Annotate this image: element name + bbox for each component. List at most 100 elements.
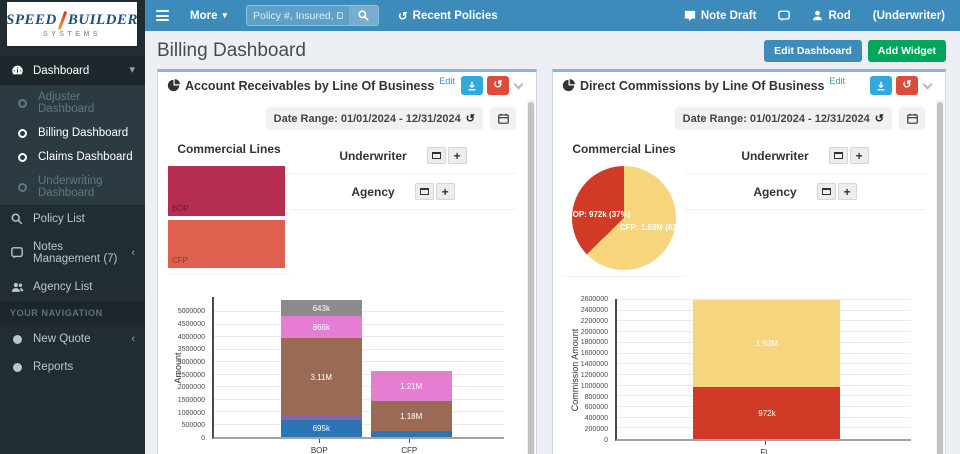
sidebar-item-adjuster-dashboard[interactable]: Adjuster Dashboard xyxy=(0,85,145,121)
collapse-chevron-icon[interactable] xyxy=(513,79,524,89)
widget-header: Direct Commissions by Line Of Business E… xyxy=(553,72,945,99)
x-category-label: BOP xyxy=(310,446,328,454)
calendar-button[interactable] xyxy=(490,107,516,130)
select-underwriter-button[interactable] xyxy=(426,147,446,164)
bar-segment-CFP[interactable]: 1.63M xyxy=(693,299,841,388)
calendar-icon xyxy=(497,113,509,124)
export-button[interactable] xyxy=(461,76,483,95)
edit-dashboard-button[interactable]: Edit Dashboard xyxy=(764,40,862,62)
scrollbar-thumb[interactable] xyxy=(528,102,534,454)
note-icon xyxy=(10,247,24,259)
treemap-box-bop[interactable]: BOP xyxy=(168,166,285,216)
navbar-right: Note Draft Rod (Underwriter) xyxy=(673,0,960,31)
group-label: Commercial Lines xyxy=(572,142,676,156)
x-category-label: CFP xyxy=(401,446,418,454)
collapse-chevron-icon[interactable] xyxy=(922,79,933,89)
calendar-icon xyxy=(906,113,918,124)
y-tick-label: 1800000 xyxy=(580,339,608,347)
bar-segment-segment-5[interactable]: 643k xyxy=(280,300,362,317)
filter-label: Underwriter xyxy=(741,148,809,163)
sidebar-item-agency-list[interactable]: Agency List xyxy=(0,273,145,301)
y-tick-label: 4500000 xyxy=(177,320,205,328)
window-icon xyxy=(431,152,441,159)
note-draft-link[interactable]: Note Draft xyxy=(673,0,768,31)
refresh-button[interactable]: ↺ xyxy=(896,76,918,95)
reset-date-icon[interactable]: ↺ xyxy=(875,112,884,125)
add-underwriter-button[interactable]: + xyxy=(849,147,869,164)
sidebar-item-reports[interactable]: Reports xyxy=(0,353,145,381)
sidebar-item-policy-list[interactable]: Policy List xyxy=(0,205,145,233)
bar-segment-segment-3[interactable]: 3.11M xyxy=(280,338,362,416)
sidebar-item-label: Billing Dashboard xyxy=(38,127,129,139)
sidebar-item-underwriting-dashboard[interactable]: Underwriting Dashboard xyxy=(0,169,145,205)
sidebar-item-label: Dashboard xyxy=(33,64,90,77)
widget-title: Direct Commissions by Line Of Business xyxy=(580,78,825,93)
sidebar-item-new-quote[interactable]: New Quote ‹ xyxy=(0,325,145,353)
bar-segment-segment-2[interactable] xyxy=(280,415,362,420)
user-menu[interactable]: Rod xyxy=(801,0,861,31)
comment-button[interactable] xyxy=(767,0,801,31)
bar-segment-segment-3[interactable]: 1.18M xyxy=(370,401,452,431)
search-button[interactable] xyxy=(349,6,379,25)
widget-body: Date Range: 01/01/2024 - 12/31/2024 ↺ Co… xyxy=(553,99,945,454)
filter-label: Underwriter xyxy=(339,148,407,163)
sidebar-item-label: Underwriting Dashboard xyxy=(38,175,103,199)
top-navbar: More ▾ ↺ Recent Policies Note Draft Rod xyxy=(145,0,960,31)
add-agency-button[interactable]: + xyxy=(837,183,857,200)
note-draft-icon xyxy=(684,10,695,21)
note-draft-label: Note Draft xyxy=(700,9,757,22)
recent-policies-link[interactable]: ↺ Recent Policies xyxy=(387,0,509,31)
widget-edit-link[interactable]: Edit xyxy=(830,76,846,86)
pie-chart-icon xyxy=(562,79,575,92)
sidebar: Dashboard ▾ Adjuster Dashboard Billing D… xyxy=(0,0,145,454)
reset-date-icon[interactable]: ↺ xyxy=(466,112,475,125)
add-underwriter-button[interactable]: + xyxy=(447,147,467,164)
sidebar-item-claims-dashboard[interactable]: Claims Dashboard xyxy=(0,145,145,169)
sidebar-item-label: Reports xyxy=(33,361,74,373)
select-agency-button[interactable] xyxy=(414,183,434,200)
select-agency-button[interactable] xyxy=(816,183,836,200)
widget-scrollbar[interactable] xyxy=(936,100,944,454)
treemap-box-cfp[interactable]: CFP xyxy=(168,220,285,268)
search-input[interactable] xyxy=(247,6,350,25)
bar-segment-BOP[interactable]: 972k xyxy=(693,387,841,439)
export-button[interactable] xyxy=(870,76,892,95)
bar-segment-segment-4[interactable]: 866k xyxy=(280,316,362,339)
sidebar-item-dashboard[interactable]: Dashboard ▾ xyxy=(0,56,145,85)
pie-graphic[interactable]: BOP: 972k (37%) CFP: 1.63M (62%) xyxy=(567,166,687,270)
logo-pencil-icon xyxy=(57,10,68,30)
date-range-control[interactable]: Date Range: 01/01/2024 - 12/31/2024 ↺ xyxy=(674,107,892,130)
sidebar-item-billing-dashboard[interactable]: Billing Dashboard xyxy=(0,121,145,145)
x-tick-mark xyxy=(409,439,411,443)
refresh-button[interactable]: ↺ xyxy=(487,76,509,95)
window-icon xyxy=(833,152,843,159)
add-agency-button[interactable]: + xyxy=(435,183,455,200)
bar-segment-segment-4[interactable]: 1.21M xyxy=(370,371,452,402)
add-widget-button[interactable]: Add Widget xyxy=(867,40,946,62)
scrollbar-thumb[interactable] xyxy=(937,102,943,454)
date-range-control[interactable]: Date Range: 01/01/2024 - 12/31/2024 ↺ xyxy=(265,107,483,130)
app-logo[interactable]: SPEED BUILDER SYSTEMS xyxy=(6,2,138,46)
widgets-row: Account Receivables by Line Of Business … xyxy=(145,69,960,454)
pie-chart[interactable]: BOP: 972k (37%) CFP: 1.63M (62%) xyxy=(563,166,687,270)
select-underwriter-button[interactable] xyxy=(828,147,848,164)
history-icon: ↺ xyxy=(398,10,408,23)
y-tick-label: 1500000 xyxy=(177,396,205,404)
widget-title: Account Receivables by Line Of Business xyxy=(185,78,435,93)
more-menu[interactable]: More ▾ xyxy=(179,0,238,31)
app-root: Dashboard ▾ Adjuster Dashboard Billing D… xyxy=(0,0,960,454)
filter-row-underwriter: Underwriter + xyxy=(290,138,516,174)
calendar-button[interactable] xyxy=(899,107,925,130)
bar-segment-label: 1.63M xyxy=(755,339,779,349)
bar-segment-segment-1[interactable] xyxy=(370,430,452,437)
sidebar-item-label: Claims Dashboard xyxy=(38,151,133,163)
x-tick-mark xyxy=(319,439,321,443)
filter-label: Agency xyxy=(351,184,395,199)
sidebar-item-notes-management[interactable]: Notes Management (7) ‹ xyxy=(0,233,145,273)
y-axis-label: Amount xyxy=(173,352,183,384)
bullet-icon xyxy=(10,362,24,372)
bar-segment-segment-1[interactable]: 695k xyxy=(280,419,362,437)
widget-scrollbar[interactable] xyxy=(527,100,535,454)
sidebar-toggle-button[interactable] xyxy=(145,0,179,31)
widget-edit-link[interactable]: Edit xyxy=(439,76,455,86)
